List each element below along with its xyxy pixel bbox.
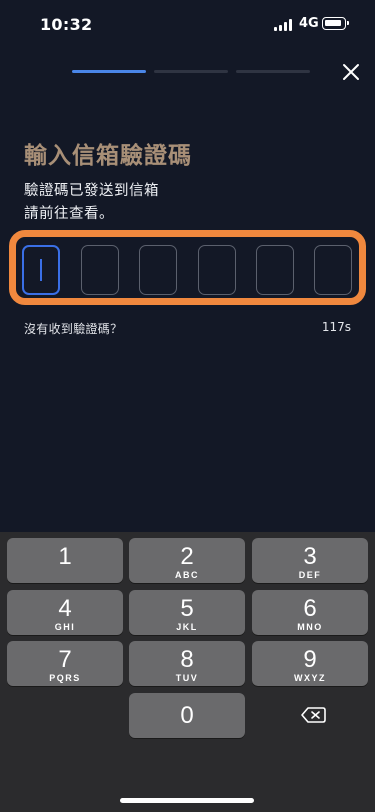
backspace-icon [301, 707, 326, 723]
key-4-digit: 4 [58, 595, 72, 622]
code-digit-5[interactable] [256, 245, 294, 295]
key-0[interactable]: 0 [129, 693, 245, 738]
network-type: 4G [299, 16, 319, 31]
key-2-digit: 2 [180, 543, 194, 570]
key-5-digit: 5 [180, 595, 194, 622]
key-9-letters: WXYZ [294, 673, 326, 683]
page-title: 輸入信箱驗證碼 [24, 143, 192, 169]
key-3[interactable]: 3 DEF [252, 538, 368, 583]
code-digit-1[interactable] [22, 245, 60, 295]
key-9-digit: 9 [303, 646, 317, 673]
page-description: 驗證碼已發送到信箱 請前往查看。 [24, 180, 159, 226]
code-digit-6[interactable] [314, 245, 352, 295]
key-9[interactable]: 9 WXYZ [252, 641, 368, 686]
key-7-letters: PQRS [49, 673, 81, 683]
key-6-letters: MNO [297, 622, 323, 632]
status-bar: 10:32 4G [0, 0, 375, 48]
key-2-letters: ABC [175, 570, 199, 580]
signal-icon [274, 19, 294, 31]
key-5-letters: JKL [176, 622, 198, 632]
key-0-digit: 0 [180, 702, 194, 729]
close-icon [343, 64, 359, 80]
code-digit-3[interactable] [139, 245, 177, 295]
step-progress [72, 70, 310, 74]
home-indicator[interactable] [120, 798, 254, 803]
description-line-2: 請前往查看。 [24, 206, 114, 222]
code-highlight-frame [9, 230, 366, 305]
close-button[interactable] [339, 60, 363, 84]
key-7[interactable]: 7 PQRS [7, 641, 123, 686]
delete-key[interactable] [252, 693, 368, 738]
key-8-letters: TUV [175, 673, 199, 683]
progress-step-1 [72, 70, 146, 73]
key-4[interactable]: 4 GHI [7, 590, 123, 635]
progress-step-2 [154, 70, 228, 73]
key-8-digit: 8 [180, 646, 194, 673]
status-time: 10:32 [40, 15, 93, 34]
code-digit-2[interactable] [81, 245, 119, 295]
key-6[interactable]: 6 MNO [252, 590, 368, 635]
key-1[interactable]: 1 [7, 538, 123, 583]
key-1-digit: 1 [58, 543, 72, 570]
text-cursor [40, 259, 42, 281]
key-6-digit: 6 [303, 595, 317, 622]
countdown-timer: 117s [321, 320, 351, 334]
key-7-digit: 7 [58, 646, 72, 673]
key-8[interactable]: 8 TUV [129, 641, 245, 686]
key-3-letters: DEF [298, 570, 322, 580]
battery-icon [322, 17, 349, 30]
key-3-digit: 3 [303, 543, 317, 570]
code-digit-4[interactable] [198, 245, 236, 295]
key-5[interactable]: 5 JKL [129, 590, 245, 635]
description-line-1: 驗證碼已發送到信箱 [24, 183, 159, 199]
key-2[interactable]: 2 ABC [129, 538, 245, 583]
progress-step-3 [236, 70, 310, 73]
key-4-letters: GHI [54, 622, 76, 632]
resend-code-link[interactable]: 沒有收到驗證碼？ [24, 320, 122, 337]
